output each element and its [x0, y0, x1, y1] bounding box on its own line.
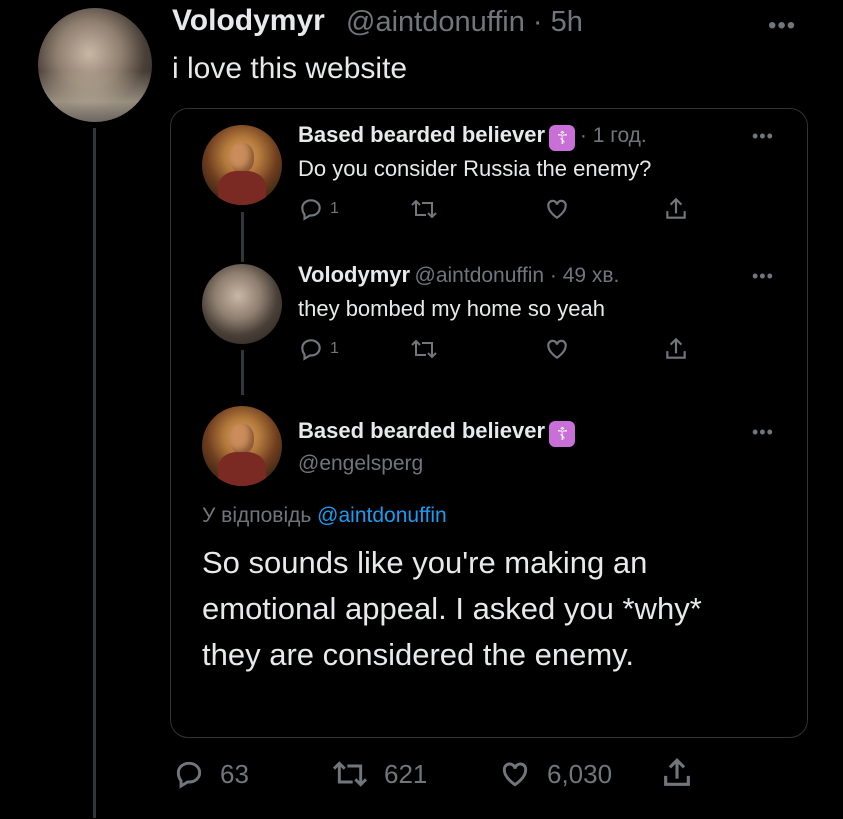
reply-to-label: У відповідь — [202, 504, 312, 527]
orthodox-cross-icon: ☦ — [549, 420, 576, 447]
reply-count: 1 — [330, 200, 339, 217]
retweet-button[interactable] — [410, 196, 438, 222]
orthodox-cross-icon: ☦ — [549, 124, 576, 151]
like-button[interactable] — [543, 336, 571, 362]
icon-avatar-3[interactable] — [202, 406, 282, 486]
author-avatar-2[interactable] — [202, 264, 282, 344]
reply-text: they bombed my home so yeah — [298, 296, 605, 321]
reply-timestamp[interactable]: · 1 год. — [580, 124, 647, 147]
author-name[interactable]: Volodymyr — [172, 4, 325, 38]
reply-text: Do you consider Russia the enemy? — [298, 156, 652, 181]
avatar-robe — [218, 452, 266, 486]
like-button[interactable] — [543, 196, 571, 222]
thread-connector — [241, 212, 244, 262]
reply-author-name[interactable]: Volodymyr — [298, 262, 410, 287]
reply-button[interactable]: 1 — [298, 196, 339, 222]
focused-reply-text: So sounds like you're making an emotiona… — [202, 545, 702, 672]
reply-author-name[interactable]: Based bearded believer — [298, 418, 545, 443]
share-icon — [664, 758, 690, 786]
reply-count: 63 — [220, 758, 249, 789]
reply-count: 1 — [330, 340, 339, 357]
share-button[interactable] — [663, 336, 689, 362]
share-icon — [666, 197, 686, 219]
thread-line — [93, 128, 96, 818]
reply-handle-time[interactable]: @aintdonuffin · 49 хв. — [415, 264, 620, 287]
author-handle-time[interactable]: @aintdonuffin · 5h — [346, 6, 583, 39]
icon-avatar-1[interactable] — [202, 125, 282, 205]
reply-actions: 1 — [298, 336, 698, 364]
retweet-icon — [332, 761, 368, 787]
more-options-icon[interactable]: ••• — [752, 126, 774, 147]
share-button[interactable] — [660, 756, 694, 790]
retweet-button[interactable]: 621 — [330, 758, 427, 790]
tweet-text: i love this website — [172, 52, 408, 85]
more-options-icon[interactable]: ••• — [752, 422, 774, 443]
retweet-count: 621 — [384, 758, 428, 789]
thread-connector — [241, 350, 244, 395]
share-button[interactable] — [663, 196, 689, 222]
reply-icon — [301, 339, 321, 361]
retweet-icon — [411, 199, 437, 219]
more-options-icon[interactable]: ••• — [768, 12, 796, 40]
like-count: 6,030 — [547, 758, 613, 789]
share-icon — [666, 337, 686, 359]
avatar-robe — [218, 171, 266, 205]
reply-button[interactable]: 1 — [298, 336, 339, 362]
reply-icon — [301, 199, 321, 221]
heart-icon — [547, 339, 567, 359]
reply-context: У відповідь @aintdonuffin — [202, 504, 447, 528]
heart-icon — [502, 762, 528, 787]
reply-to-mention[interactable]: @aintdonuffin — [317, 504, 447, 527]
more-options-icon[interactable]: ••• — [752, 266, 774, 287]
retweet-icon — [411, 339, 437, 359]
reply-icon — [176, 761, 202, 789]
avatar-face — [230, 424, 254, 454]
heart-icon — [547, 199, 567, 219]
avatar-face — [230, 143, 254, 173]
reply-button[interactable]: 63 — [172, 758, 249, 790]
reply-actions: 1 — [298, 196, 698, 224]
reply-author-name[interactable]: Based bearded believer — [298, 122, 545, 147]
author-avatar[interactable] — [38, 8, 152, 122]
like-button[interactable]: 6,030 — [497, 758, 612, 790]
retweet-button[interactable] — [410, 336, 438, 362]
reply-handle[interactable]: @engelsperg — [298, 452, 423, 476]
